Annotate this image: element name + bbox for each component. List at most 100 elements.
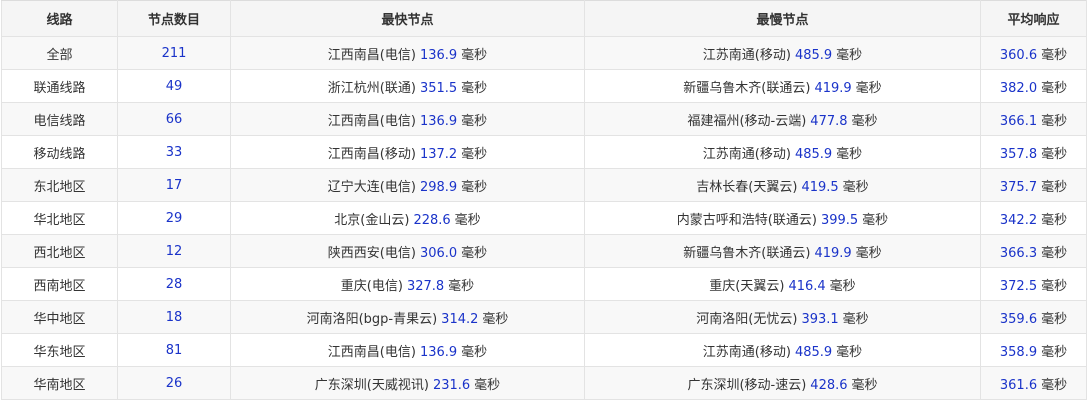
fastest-node-unit: 毫秒 (461, 80, 488, 96)
slowest-node-place: 江苏南通(移动) (702, 146, 791, 162)
slowest-node-place: 新疆乌鲁木齐(联通云) (683, 245, 811, 261)
table-row: 西南地区 28 重庆(电信) 327.8 毫秒 重庆(天翼云) 416.4 毫秒 372.5 毫秒 (1, 267, 1087, 301)
slowest-node-ms: 399.5 (820, 212, 859, 228)
ping-results-table: 线路 节点数目 最快节点 最慢节点 平均响应 全部 211 江西南昌(电信) 136.… (1, 0, 1087, 400)
fastest-node-place: 江西南昌(电信) (327, 344, 416, 360)
node-count-value: 28 (165, 276, 183, 292)
node-count-value: 12 (165, 243, 183, 259)
node-count-value: 33 (165, 144, 183, 160)
table-row: 华北地区 29 北京(金山云) 228.6 毫秒 内蒙古呼和浩特(联通云) 399.5 毫秒 3… (1, 201, 1087, 235)
cell-average-response: 357.8 毫秒 (980, 135, 1087, 169)
fastest-node-ms: 306.0 (419, 245, 458, 261)
slowest-node-ms: 419.9 (814, 245, 852, 261)
cell-line: 移动线路 (1, 135, 118, 169)
fastest-node-place: 江西南昌(电信) (327, 47, 416, 63)
fastest-node-place: 北京(金山云) (334, 212, 410, 228)
slowest-node-ms: 419.9 (814, 80, 852, 96)
fastest-node-place: 浙江杭州(联通) (327, 80, 416, 96)
average-response-ms: 366.3 (999, 245, 1038, 261)
cell-fastest-node: 河南洛阳(bgp-青果云) 314.2 毫秒 (230, 300, 585, 334)
cell-node-count: 66 (117, 102, 231, 136)
line-label: 西南地区 (33, 278, 86, 294)
cell-average-response: 375.7 毫秒 (980, 168, 1087, 202)
average-response-unit: 毫秒 (1041, 311, 1068, 327)
fastest-node-place: 河南洛阳(bgp-青果云) (306, 311, 438, 327)
slowest-node-ms: 419.5 (801, 179, 839, 195)
cell-line: 华中地区 (1, 300, 118, 334)
fastest-node-unit: 毫秒 (482, 311, 509, 327)
table-header-row: 线路 节点数目 最快节点 最慢节点 平均响应 (1, 0, 1087, 37)
fastest-node-place: 江西南昌(电信) (327, 113, 416, 129)
average-response-unit: 毫秒 (1041, 278, 1068, 294)
table-row: 电信线路 66 江西南昌(电信) 136.9 毫秒 福建福州(移动-云端) 477.8 毫秒 3… (1, 102, 1087, 136)
header-fastest-node: 最快节点 (230, 0, 585, 37)
cell-slowest-node: 重庆(天翼云) 416.4 毫秒 (584, 267, 981, 301)
cell-slowest-node: 内蒙古呼和浩特(联通云) 399.5 毫秒 (584, 201, 981, 235)
cell-slowest-node: 河南洛阳(无忧云) 393.1 毫秒 (584, 300, 981, 334)
table-row: 华中地区 18 河南洛阳(bgp-青果云) 314.2 毫秒 河南洛阳(无忧云) 393.1… (1, 300, 1087, 334)
cell-average-response: 382.0 毫秒 (980, 69, 1087, 103)
slowest-node-ms: 393.1 (801, 311, 839, 327)
fastest-node-place: 重庆(电信) (340, 278, 403, 294)
table-row: 华东地区 81 江西南昌(电信) 136.9 毫秒 江苏南通(移动) 485.9 毫秒 358.… (1, 333, 1087, 367)
cell-slowest-node: 江苏南通(移动) 485.9 毫秒 (584, 135, 981, 169)
slowest-node-unit: 毫秒 (855, 245, 882, 261)
slowest-node-place: 吉林长春(天翼云) (696, 179, 798, 195)
average-response-ms: 342.2 (999, 212, 1038, 228)
line-label: 东北地区 (33, 179, 86, 195)
cell-node-count: 29 (117, 201, 231, 235)
cell-fastest-node: 辽宁大连(电信) 298.9 毫秒 (230, 168, 585, 202)
cell-node-count: 81 (117, 333, 231, 367)
cell-line: 电信线路 (1, 102, 118, 136)
cell-slowest-node: 新疆乌鲁木齐(联通云) 419.9 毫秒 (584, 234, 981, 268)
header-slowest-node: 最慢节点 (584, 0, 981, 37)
slowest-node-ms: 428.6 (810, 377, 848, 393)
cell-fastest-node: 陕西西安(电信) 306.0 毫秒 (230, 234, 585, 268)
cell-fastest-node: 江西南昌(移动) 137.2 毫秒 (230, 135, 585, 169)
average-response-ms: 361.6 (999, 377, 1038, 393)
fastest-node-ms: 298.9 (419, 179, 458, 195)
slowest-node-unit: 毫秒 (855, 80, 882, 96)
fastest-node-unit: 毫秒 (454, 212, 481, 228)
cell-slowest-node: 新疆乌鲁木齐(联通云) 419.9 毫秒 (584, 69, 981, 103)
fastest-node-unit: 毫秒 (448, 278, 475, 294)
cell-fastest-node: 江西南昌(电信) 136.9 毫秒 (230, 102, 585, 136)
fastest-node-unit: 毫秒 (461, 344, 488, 360)
cell-line: 联通线路 (1, 69, 118, 103)
cell-node-count: 26 (117, 366, 231, 400)
table-row: 华南地区 26 广东深圳(天威视讯) 231.6 毫秒 广东深圳(移动-速云) 428.6 毫… (1, 366, 1087, 400)
slowest-node-ms: 485.9 (794, 146, 833, 162)
average-response-ms: 382.0 (999, 80, 1038, 96)
cell-node-count: 12 (117, 234, 231, 268)
slowest-node-place: 新疆乌鲁木齐(联通云) (683, 80, 811, 96)
header-line: 线路 (1, 0, 118, 37)
slowest-node-unit: 毫秒 (842, 179, 869, 195)
node-count-value: 81 (165, 342, 183, 358)
slowest-node-unit: 毫秒 (836, 47, 863, 63)
cell-node-count: 33 (117, 135, 231, 169)
table-row: 联通线路 49 浙江杭州(联通) 351.5 毫秒 新疆乌鲁木齐(联通云) 419.9 毫秒 3… (1, 69, 1087, 103)
line-label: 全部 (46, 47, 73, 63)
fastest-node-unit: 毫秒 (461, 179, 488, 195)
fastest-node-ms: 314.2 (441, 311, 479, 327)
cell-line: 东北地区 (1, 168, 118, 202)
fastest-node-unit: 毫秒 (461, 245, 488, 261)
node-count-value: 29 (165, 210, 183, 226)
fastest-node-unit: 毫秒 (474, 377, 501, 393)
cell-fastest-node: 江西南昌(电信) 136.9 毫秒 (230, 333, 585, 367)
fastest-node-unit: 毫秒 (461, 146, 488, 162)
table-row: 全部 211 江西南昌(电信) 136.9 毫秒 江苏南通(移动) 485.9 毫秒 360.6… (1, 36, 1087, 70)
cell-node-count: 49 (117, 69, 231, 103)
cell-slowest-node: 江苏南通(移动) 485.9 毫秒 (584, 333, 981, 367)
slowest-node-ms: 477.8 (810, 113, 848, 129)
cell-fastest-node: 广东深圳(天威视讯) 231.6 毫秒 (230, 366, 585, 400)
average-response-ms: 372.5 (999, 278, 1038, 294)
ping-results-table-container: 线路 节点数目 最快节点 最慢节点 平均响应 全部 211 江西南昌(电信) 136.… (0, 0, 1087, 408)
slowest-node-unit: 毫秒 (842, 311, 869, 327)
cell-average-response: 366.3 毫秒 (980, 234, 1087, 268)
cell-line: 西南地区 (1, 267, 118, 301)
fastest-node-ms: 351.5 (419, 80, 458, 96)
cell-average-response: 360.6 毫秒 (980, 36, 1087, 70)
fastest-node-unit: 毫秒 (461, 47, 488, 63)
cell-slowest-node: 广东深圳(移动-速云) 428.6 毫秒 (584, 366, 981, 400)
